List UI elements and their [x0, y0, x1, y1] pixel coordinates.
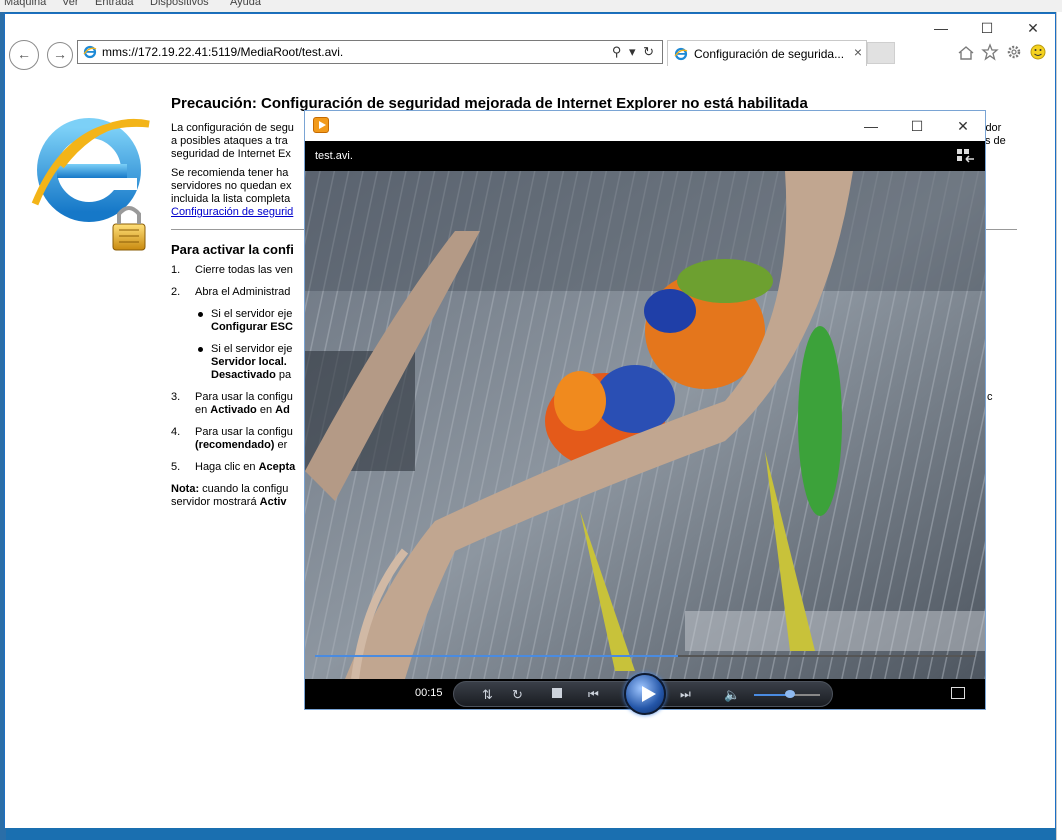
previous-icon[interactable]: ⏮: [588, 687, 599, 702]
note-text: servidor mostrará: [171, 496, 260, 508]
note-label: Nota:: [171, 483, 200, 495]
new-tab-button[interactable]: [867, 42, 895, 64]
bullet-dot: [198, 347, 203, 352]
video-seek-fill: [315, 655, 678, 657]
volume-thumb[interactable]: [785, 690, 796, 698]
ie-tab-icon: [674, 47, 688, 61]
tab-label: Configuración de segurida...: [694, 47, 845, 61]
step-text: er: [274, 439, 288, 451]
player-header: test.avi.: [305, 141, 985, 171]
minimize-button[interactable]: —: [921, 16, 961, 40]
address-text[interactable]: mms://172.19.22.41:5119/MediaRoot/test.a…: [102, 45, 343, 59]
para2-line3: incluida la lista completa: [171, 193, 291, 205]
step-bold-text: Ad: [275, 404, 290, 416]
bullet-dot: [198, 312, 203, 317]
step-bold-text: (recomendado): [195, 439, 275, 451]
tab-close-icon[interactable]: ×: [854, 44, 862, 60]
para1-line1: La configuración de segu: [171, 122, 294, 134]
player-minimize-button[interactable]: —: [851, 115, 891, 137]
para2-line2: servidores no quedan ex: [171, 180, 292, 192]
repeat-icon[interactable]: ↻: [512, 687, 523, 703]
favorites-icon[interactable]: [981, 43, 999, 61]
player-controls: 00:15 ⇅ ↻ ⏮ ⏭ 🔈: [305, 673, 985, 715]
step-number: 5.: [171, 461, 181, 473]
bullet-text: pa: [275, 369, 292, 381]
step-number: 2.: [171, 286, 181, 298]
bullet-bold-text: Servidor local.: [211, 356, 287, 368]
close-button[interactable]: ✕: [1013, 16, 1053, 40]
step-bold-text: Acepta: [258, 461, 296, 473]
media-player-window: — ☐ ✕ test.avi. 00:15 ⇅ ↻ ⏮ ⏭ 🔈: [304, 110, 986, 715]
transport-bar: ⇅ ↻ ⏮ ⏭ 🔈: [453, 673, 833, 715]
step-bold-text: Activado: [210, 404, 257, 416]
step-text: en: [256, 404, 276, 416]
media-player-icon: [313, 117, 329, 133]
para1-line3: seguridad de Internet Ex: [171, 148, 291, 160]
video-filename: test.avi.: [315, 150, 353, 162]
ie-logo-lock-icon: [31, 118, 150, 251]
shuffle-icon[interactable]: ⇅: [482, 687, 493, 703]
step-number: 4.: [171, 426, 181, 438]
play-button[interactable]: [624, 673, 666, 715]
note-text: cuando la configu: [199, 483, 289, 495]
esc-settings-link[interactable]: Configuración de segurid: [171, 206, 293, 218]
bullet-text: Si el servidor eje: [211, 343, 293, 355]
home-icon[interactable]: [957, 44, 975, 62]
tab-active[interactable]: Configuración de segurida... ×: [667, 40, 867, 66]
note-bold-text: Activ: [259, 496, 287, 508]
vm-menu-ver[interactable]: Ver: [62, 0, 79, 8]
vm-menu-maquina[interactable]: Máquina: [4, 0, 46, 8]
player-title-bar: — ☐ ✕: [305, 111, 985, 141]
step-text: Haga clic en: [195, 461, 259, 473]
step-text: Para usar la configu: [195, 426, 293, 438]
step-text: Para usar la configu: [195, 391, 293, 403]
step-number: 1.: [171, 264, 181, 276]
ie-page-icon: [83, 45, 97, 59]
bullet-text: Si el servidor eje: [211, 308, 293, 320]
para1-line2: a posibles ataques a tra: [171, 135, 288, 147]
para1-line2-end: s de: [985, 135, 1006, 147]
step-number: 3.: [171, 391, 181, 403]
bullet-bold-text: Configurar ESC: [211, 321, 293, 333]
player-maximize-button[interactable]: ☐: [897, 115, 937, 137]
ie-toolbar: ← → mms://172.19.22.41:5119/MediaRoot/te…: [5, 38, 1055, 70]
next-icon[interactable]: ⏭: [680, 687, 691, 702]
switch-to-library-icon[interactable]: [957, 149, 975, 163]
step-text: Cierre todas las ven: [195, 264, 293, 276]
step-text: Abra el Administrad: [195, 286, 291, 298]
step-text: en: [195, 404, 211, 416]
volume-icon[interactable]: 🔈: [724, 687, 740, 703]
forward-button[interactable]: →: [47, 42, 73, 68]
fullscreen-icon[interactable]: [951, 687, 965, 699]
player-close-button[interactable]: ✕: [943, 115, 983, 137]
vm-menubar: Máquina Ver Entrada Dispositivos Ayuda: [0, 0, 1062, 12]
address-bar[interactable]: mms://172.19.22.41:5119/MediaRoot/test.a…: [77, 40, 663, 64]
elapsed-time: 00:15: [415, 687, 443, 699]
vm-menu-ayuda[interactable]: Ayuda: [230, 0, 261, 8]
back-button[interactable]: ←: [9, 40, 39, 70]
vm-menu-dispositivos[interactable]: Dispositivos: [150, 0, 209, 8]
settings-icon[interactable]: [1005, 43, 1023, 61]
video-frame[interactable]: [305, 171, 985, 679]
smiley-icon[interactable]: [1029, 43, 1047, 61]
step-text-end: c: [987, 391, 993, 403]
search-refresh-icons[interactable]: ⚲ ▾ ↻: [612, 44, 656, 60]
ie-caption-bar: — ☐ ✕: [5, 14, 1055, 40]
vm-menu-entrada[interactable]: Entrada: [95, 0, 134, 8]
stop-icon[interactable]: [552, 688, 562, 698]
para2-line1: Se recomienda tener ha: [171, 167, 289, 179]
bullet-bold-text: Desactivado: [211, 369, 276, 381]
maximize-button[interactable]: ☐: [967, 16, 1007, 40]
background-window-edge: [1056, 12, 1062, 840]
